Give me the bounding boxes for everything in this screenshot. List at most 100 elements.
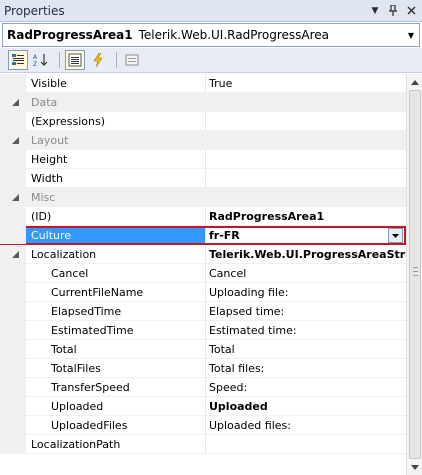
row-gutter [0, 188, 26, 206]
property-name: Cancel [26, 264, 206, 282]
category-row[interactable]: Misc [0, 188, 406, 207]
object-selector[interactable]: RadProgressArea1 Telerik.Web.UI.RadProgr… [2, 23, 420, 47]
row-gutter [0, 321, 26, 339]
property-value-text: Telerik.Web.UI.ProgressAreaString [209, 248, 406, 261]
scrollbar-thumb[interactable] [409, 90, 421, 459]
property-name: EstimatedTime [26, 321, 206, 339]
grip-icon [413, 267, 418, 276]
row-gutter [0, 397, 26, 415]
property-value[interactable]: Total [206, 340, 406, 358]
property-value[interactable]: Telerik.Web.UI.ProgressAreaString [206, 245, 406, 263]
row-gutter [0, 131, 26, 149]
property-grid: Visible True Data (Expressions) Layout Height… [0, 74, 406, 475]
row-gutter [0, 226, 26, 244]
property-name: CurrentFileName [26, 283, 206, 301]
row-gutter [0, 245, 26, 263]
properties-titlebar: Properties ▼ [0, 0, 422, 22]
property-value[interactable] [206, 112, 406, 130]
property-row[interactable]: CurrentFileName Uploading file: [0, 283, 406, 302]
object-name: RadProgressArea1 [7, 28, 133, 42]
property-value[interactable] [206, 435, 406, 453]
property-value[interactable]: Uploaded [206, 397, 406, 415]
category-label: Data [31, 96, 58, 109]
property-value-text: Estimated time: [209, 324, 297, 337]
property-value-text: fr-FR [209, 229, 240, 242]
property-name: Width [26, 169, 206, 187]
property-value[interactable]: RadProgressArea1 [206, 207, 406, 225]
property-value-text: Total [209, 343, 235, 356]
property-row[interactable]: (Expressions) [0, 112, 406, 131]
property-name: (Expressions) [26, 112, 206, 130]
property-value[interactable] [206, 150, 406, 168]
property-row[interactable]: TransferSpeed Speed: [0, 378, 406, 397]
row-gutter [0, 340, 26, 358]
close-icon[interactable] [404, 4, 418, 18]
property-pages-icon[interactable] [122, 50, 142, 70]
property-value-text: RadProgressArea1 [209, 210, 325, 223]
property-name: ElapsedTime [26, 302, 206, 320]
property-row[interactable]: Uploaded Uploaded [0, 397, 406, 416]
culture-dropdown-button[interactable] [388, 228, 403, 243]
property-value[interactable]: True [206, 74, 406, 92]
vertical-scrollbar[interactable] [406, 74, 422, 475]
property-row[interactable]: (ID) RadProgressArea1 [0, 207, 406, 226]
property-row[interactable]: UploadedFiles Uploaded files: [0, 416, 406, 435]
property-row[interactable]: EstimatedTime Estimated time: [0, 321, 406, 340]
property-row[interactable]: Width [0, 169, 406, 188]
categorized-icon[interactable] [8, 50, 28, 70]
svg-text:Z: Z [33, 61, 37, 67]
property-value[interactable]: Total files: [206, 359, 406, 377]
property-row[interactable]: Total Total [0, 340, 406, 359]
scroll-down-arrow-icon[interactable] [407, 459, 422, 475]
property-row[interactable]: LocalizationPath [0, 435, 406, 454]
property-row[interactable]: Localization Telerik.Web.UI.ProgressAreaS… [0, 245, 406, 264]
property-row[interactable]: Culture fr-FR [0, 226, 406, 245]
property-value-text: Uploaded files: [209, 419, 291, 432]
row-gutter [0, 378, 26, 396]
row-gutter [0, 264, 26, 282]
pin-icon[interactable] [386, 4, 400, 18]
property-row[interactable]: TotalFiles Total files: [0, 359, 406, 378]
category-row[interactable]: Layout [0, 131, 406, 150]
chevron-down-icon[interactable]: ▼ [403, 31, 419, 40]
property-row[interactable]: Height [0, 150, 406, 169]
property-row[interactable]: Visible True [0, 74, 406, 93]
culture-value-field[interactable]: fr-FR [206, 226, 406, 244]
property-value-text: Elapsed time: [209, 305, 285, 318]
properties-toolbar: A Z [0, 48, 422, 73]
property-value[interactable]: Speed: [206, 378, 406, 396]
property-name: TotalFiles [26, 359, 206, 377]
row-gutter [0, 169, 26, 187]
dropdown-menu-icon[interactable]: ▼ [368, 4, 382, 18]
row-gutter [0, 112, 26, 130]
property-value[interactable]: Elapsed time: [206, 302, 406, 320]
panel-title: Properties [4, 3, 65, 18]
category-label: Misc [31, 191, 56, 204]
scroll-up-arrow-icon[interactable] [407, 74, 422, 90]
property-name: Total [26, 340, 206, 358]
events-lightning-icon[interactable] [88, 50, 108, 70]
property-value[interactable]: Cancel [206, 264, 406, 282]
row-gutter [0, 359, 26, 377]
alphabetical-sort-icon[interactable]: A Z [31, 50, 51, 70]
property-value[interactable]: Estimated time: [206, 321, 406, 339]
property-row[interactable]: ElapsedTime Elapsed time: [0, 302, 406, 321]
property-name: Localization [26, 245, 206, 263]
property-value[interactable]: Uploaded files: [206, 416, 406, 434]
category-label: Layout [31, 134, 69, 147]
properties-icon[interactable] [65, 50, 85, 70]
property-value-text: Uploading file: [209, 286, 289, 299]
row-gutter [0, 207, 26, 225]
toolbar-separator [59, 52, 60, 68]
property-name: (ID) [26, 207, 206, 225]
category-row[interactable]: Data [0, 93, 406, 112]
property-row[interactable]: Cancel Cancel [0, 264, 406, 283]
row-gutter [0, 74, 26, 92]
property-name: Height [26, 150, 206, 168]
row-gutter [0, 93, 26, 111]
property-value-text: True [209, 77, 233, 90]
property-value[interactable]: Uploading file: [206, 283, 406, 301]
row-gutter [0, 435, 26, 453]
property-value[interactable] [206, 169, 406, 187]
property-value-text: Cancel [209, 267, 247, 280]
